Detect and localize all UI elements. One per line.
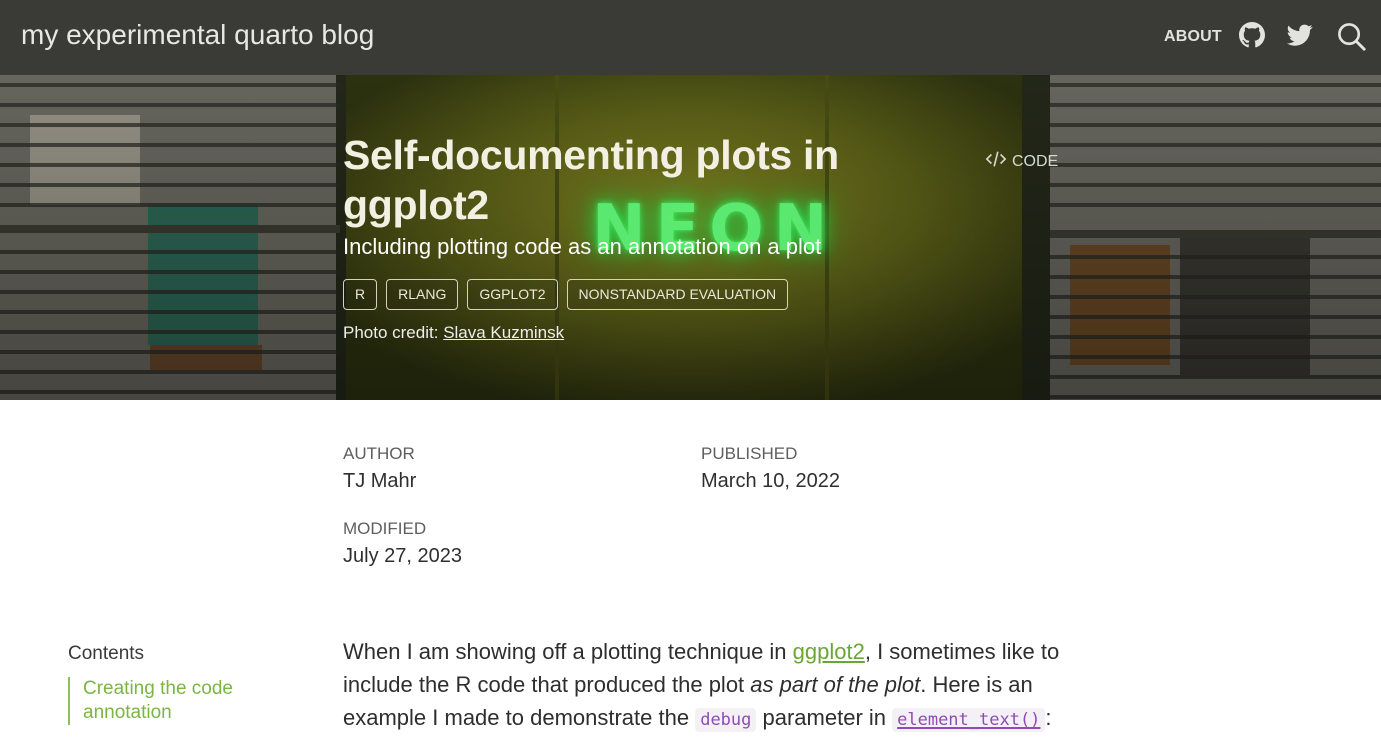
nav-about-link[interactable]: ABOUT [1164, 28, 1222, 46]
intro-paragraph: When I am showing off a plotting techniq… [343, 635, 1063, 737]
category-list: R RLANG GGPLOT2 NONSTANDARD EVALUATION [343, 279, 789, 310]
inline-code-element-text: element_text() [892, 708, 1046, 732]
photo-credit-link[interactable]: Slava Kuzminsk [443, 323, 564, 342]
toc-item-creating-the-code-annotation[interactable]: Creating the code annotation [68, 677, 273, 725]
ggplot2-link[interactable]: ggplot2 [793, 639, 865, 664]
inline-code-debug: debug [695, 708, 757, 732]
body-emphasis: as part of the plot [750, 672, 921, 697]
site-brand-link[interactable]: my experimental quarto blog [21, 19, 374, 51]
modified-label: MODIFIED [343, 519, 427, 538]
element-text-link[interactable]: element_text() [892, 705, 1046, 732]
photo-credit-label: Photo credit: [343, 323, 439, 342]
category-ggplot2[interactable]: GGPLOT2 [467, 279, 558, 310]
page-subtitle: Including plotting code as an annotation… [343, 234, 822, 259]
toc-title: Contents [68, 643, 145, 664]
author-label: AUTHOR [343, 444, 415, 463]
twitter-icon[interactable] [1287, 22, 1313, 48]
code-icon [985, 148, 1007, 175]
body-text: When I am showing off a plotting techniq… [343, 639, 793, 664]
search-icon[interactable] [1337, 22, 1366, 51]
body-text: : [1045, 705, 1052, 730]
code-tools-button[interactable]: CODE [985, 148, 1058, 175]
published-label: PUBLISHED [701, 444, 798, 463]
code-tools-label: CODE [1012, 152, 1059, 170]
modified-meta: MODIFIED July 27, 2023 [343, 519, 462, 568]
body-text: parameter in [756, 705, 893, 730]
category-r[interactable]: R [343, 279, 378, 310]
published-meta: PUBLISHED March 10, 2022 [701, 444, 840, 493]
modified-date: July 27, 2023 [343, 545, 462, 567]
photo-credit: Photo credit: Slava Kuzminsk [343, 323, 564, 343]
navbar: my experimental quarto blog ABOUT [0, 0, 1381, 75]
category-rlang[interactable]: RLANG [386, 279, 459, 310]
published-date: March 10, 2022 [701, 470, 840, 492]
page-title: Self-documenting plots in ggplot2 [343, 132, 839, 228]
github-icon[interactable] [1239, 22, 1265, 48]
author-name: TJ Mahr [343, 470, 417, 492]
author-meta: AUTHOR TJ Mahr [343, 444, 416, 493]
category-nonstandard-evaluation[interactable]: NONSTANDARD EVALUATION [566, 279, 789, 310]
